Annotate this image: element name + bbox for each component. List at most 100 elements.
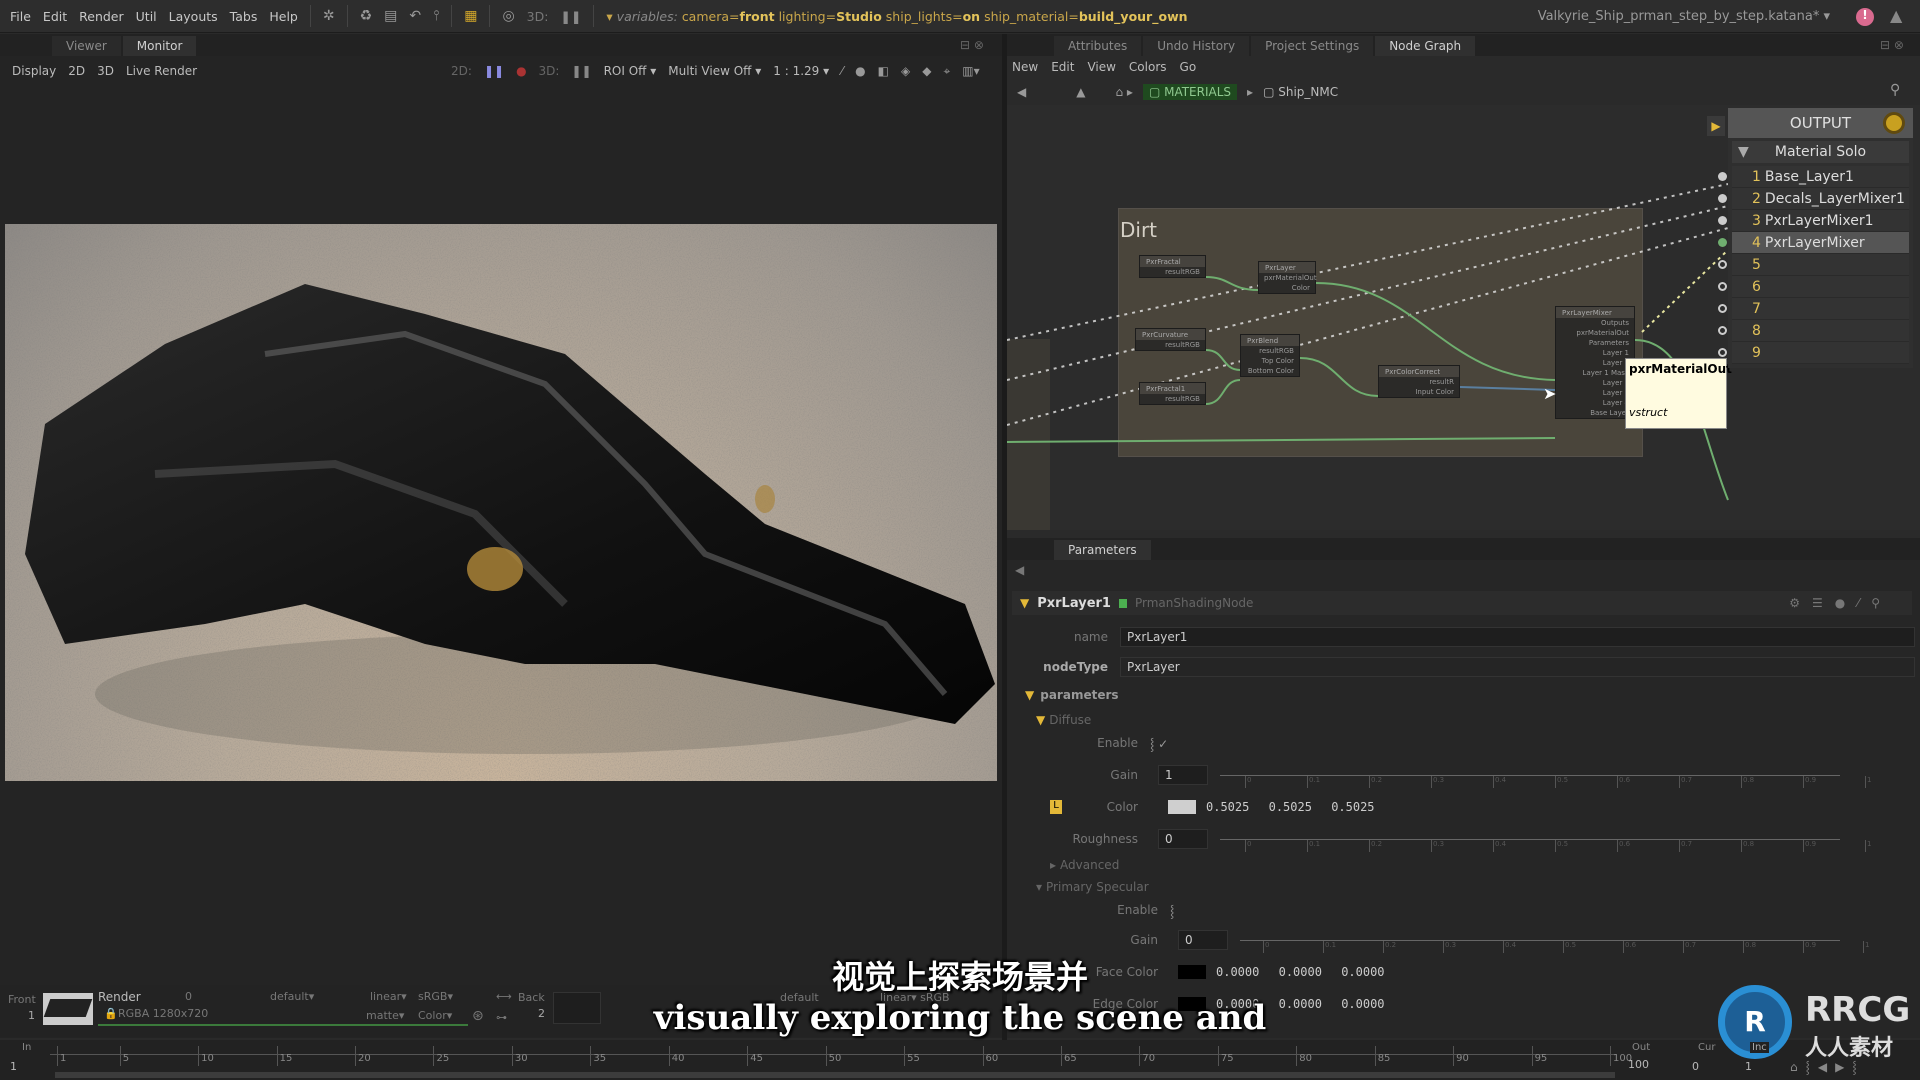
node-port[interactable]: Bottom Color	[1241, 366, 1299, 376]
menu-render[interactable]: Render	[79, 9, 124, 24]
node-port[interactable]: resultRGB	[1140, 267, 1205, 277]
node-colorcorrect[interactable]: PxrColorCorrect resultR Input Color	[1378, 365, 1460, 398]
variable-lighting[interactable]: lighting=Studio	[775, 9, 882, 24]
port-dot-icon[interactable]	[1718, 172, 1727, 181]
render-icon[interactable]: ▦	[464, 8, 477, 24]
locked-icon[interactable]: L	[1050, 800, 1062, 814]
parameters-group[interactable]: ▼ parameters	[1025, 684, 1119, 706]
port-dot-icon[interactable]	[1718, 216, 1727, 225]
node-port[interactable]: resultRGB	[1241, 346, 1299, 356]
gear-icon[interactable]: ✲	[323, 8, 335, 24]
variable-ship_lights[interactable]: ship_lights=on	[882, 9, 980, 24]
port-dot-icon[interactable]	[1718, 348, 1727, 357]
out-value[interactable]: 100	[1628, 1058, 1649, 1071]
name-field[interactable]: PxrLayer1	[1120, 627, 1915, 647]
inc-value[interactable]: 1	[1745, 1060, 1752, 1073]
node-mixer[interactable]: PxrLayerMixer Outputs pxrMaterialOut Parame…	[1555, 306, 1635, 419]
diamond-icon[interactable]: ◆	[922, 64, 931, 78]
tab-parameters[interactable]: Parameters	[1054, 540, 1151, 560]
node-port[interactable]: resultR	[1379, 377, 1459, 387]
back-arrow-icon[interactable]: ◀	[1015, 563, 1024, 577]
timeline-scrollbar[interactable]	[55, 1072, 1615, 1078]
menu-view[interactable]: View	[1087, 60, 1115, 74]
tab-monitor[interactable]: Monitor	[122, 36, 197, 56]
stop-icon[interactable]: ●	[516, 64, 526, 78]
menu-util[interactable]: Util	[136, 9, 157, 24]
node-port[interactable]: Top Color	[1241, 356, 1299, 366]
node-curvature[interactable]: PxrCurvature resultRGB	[1135, 328, 1206, 351]
header-tools-icon[interactable]: ⚙☰●⁄⚲	[1789, 596, 1892, 610]
node-port[interactable]: Base Layer	[1556, 408, 1634, 418]
node-port[interactable]: Outputs	[1556, 318, 1634, 328]
breadcrumb-ship-nmc[interactable]: ▢ Ship_NMC	[1263, 85, 1338, 99]
undo-icon[interactable]: ↶	[409, 8, 421, 24]
variable-ship_material[interactable]: ship_material=build_your_own	[980, 9, 1187, 24]
tab-project-settings[interactable]: Project Settings	[1251, 36, 1374, 56]
node-port[interactable]: Layer 4	[1556, 398, 1634, 408]
menu-edit[interactable]: Edit	[1051, 60, 1074, 74]
nodetype-dropdown[interactable]: PxrLayer	[1120, 657, 1915, 677]
pause-icon[interactable]: ❚❚	[560, 9, 581, 24]
node-blend[interactable]: PxrBlend resultRGB Top Color Bottom Color	[1240, 334, 1300, 377]
close-icon[interactable]: ⊟ ⊗	[960, 38, 984, 52]
search-icon[interactable]: ⚲	[1890, 82, 1900, 98]
multi-view-dropdown[interactable]: Multi View Off ▾	[668, 64, 761, 78]
cur-value[interactable]: 0	[1692, 1060, 1699, 1073]
menu-tabs[interactable]: Tabs	[230, 9, 258, 24]
variables-bar[interactable]: ▾ variables: camera=front lighting=Studi…	[606, 9, 1187, 24]
project-title[interactable]: Valkyrie_Ship_prman_step_by_step.katana*…	[1538, 9, 1830, 24]
output-port-4[interactable]: 4 PxrLayerMixer	[1718, 232, 1909, 254]
tab-undo-history[interactable]: Undo History	[1143, 36, 1250, 56]
pause-2d-icon[interactable]: ❚❚	[484, 64, 504, 78]
speech-icon[interactable]: ●	[855, 64, 865, 78]
node-port[interactable]: Layer 1	[1556, 348, 1634, 358]
output-port-9[interactable]: 9	[1718, 342, 1909, 364]
error-icon[interactable]: !	[1856, 8, 1874, 26]
refresh-icon[interactable]: ♻	[360, 8, 373, 24]
node-port[interactable]: Parameters	[1556, 338, 1634, 348]
layers-icon[interactable]: ◧	[878, 64, 889, 78]
home-icon[interactable]: ⌂ ▸	[1115, 85, 1132, 99]
port-dot-icon[interactable]	[1718, 326, 1727, 335]
spiral-icon[interactable]: ◎	[502, 8, 514, 24]
advanced-group[interactable]: ▸ Advanced	[1050, 854, 1119, 876]
menu-layouts[interactable]: Layouts	[169, 9, 218, 24]
clapper-icon[interactable]: ▤	[384, 8, 397, 24]
menu-file[interactable]: File	[10, 9, 31, 24]
menu-help[interactable]: Help	[269, 9, 298, 24]
2d-menu[interactable]: 2D	[68, 64, 85, 78]
frame-icon[interactable]: ◈	[901, 64, 910, 78]
pen-icon[interactable]: ⁄	[841, 64, 843, 78]
port-dot-icon[interactable]	[1718, 238, 1727, 247]
warning-icon[interactable]: ▲	[1890, 6, 1902, 25]
zoom-dropdown[interactable]: 1 : 1.29 ▾	[773, 64, 829, 78]
thermometer-icon[interactable]: ⫯	[433, 8, 439, 24]
output-port-6[interactable]: 6	[1718, 276, 1909, 298]
primary-specular-group[interactable]: ▾ Primary Specular	[1036, 876, 1149, 898]
3d-menu[interactable]: 3D	[97, 64, 114, 78]
output-port-7[interactable]: 7	[1718, 298, 1909, 320]
material-solo-dropdown[interactable]: ▼ Material Solo	[1732, 141, 1909, 163]
port-dot-icon[interactable]	[1718, 260, 1727, 269]
node-port[interactable]: resultRGB	[1136, 340, 1205, 350]
node-port[interactable]: pxrMaterialOut	[1259, 273, 1317, 283]
port-dot-icon[interactable]	[1718, 194, 1727, 203]
node-port[interactable]: Layer 3	[1556, 388, 1634, 398]
output-port-3[interactable]: 3 PxrLayerMixer1	[1718, 210, 1909, 232]
menu-edit[interactable]: Edit	[43, 9, 67, 24]
output-port-8[interactable]: 8	[1718, 320, 1909, 342]
diffuse-group[interactable]: ▼ Diffuse	[1036, 709, 1091, 731]
pause-3d-icon[interactable]: ❚❚	[571, 64, 591, 78]
collapse-icon[interactable]: ▼	[1020, 596, 1029, 610]
clapper-icon[interactable]: ▥▾	[962, 64, 979, 78]
tab-attributes[interactable]: Attributes	[1054, 36, 1142, 56]
node-layer[interactable]: PxrLayer pxrMaterialOut Color	[1258, 261, 1317, 294]
node-port[interactable]: Color	[1259, 283, 1315, 293]
menu-new[interactable]: New	[1012, 60, 1038, 74]
node-port[interactable]: Input Color	[1379, 387, 1459, 397]
breadcrumb-materials[interactable]: ▢ MATERIALS	[1142, 84, 1238, 100]
menu-go[interactable]: Go	[1180, 60, 1197, 74]
output-port-5[interactable]: 5	[1718, 254, 1909, 276]
display-menu[interactable]: Display	[12, 64, 56, 78]
gain-field[interactable]: 1	[1158, 765, 1208, 785]
